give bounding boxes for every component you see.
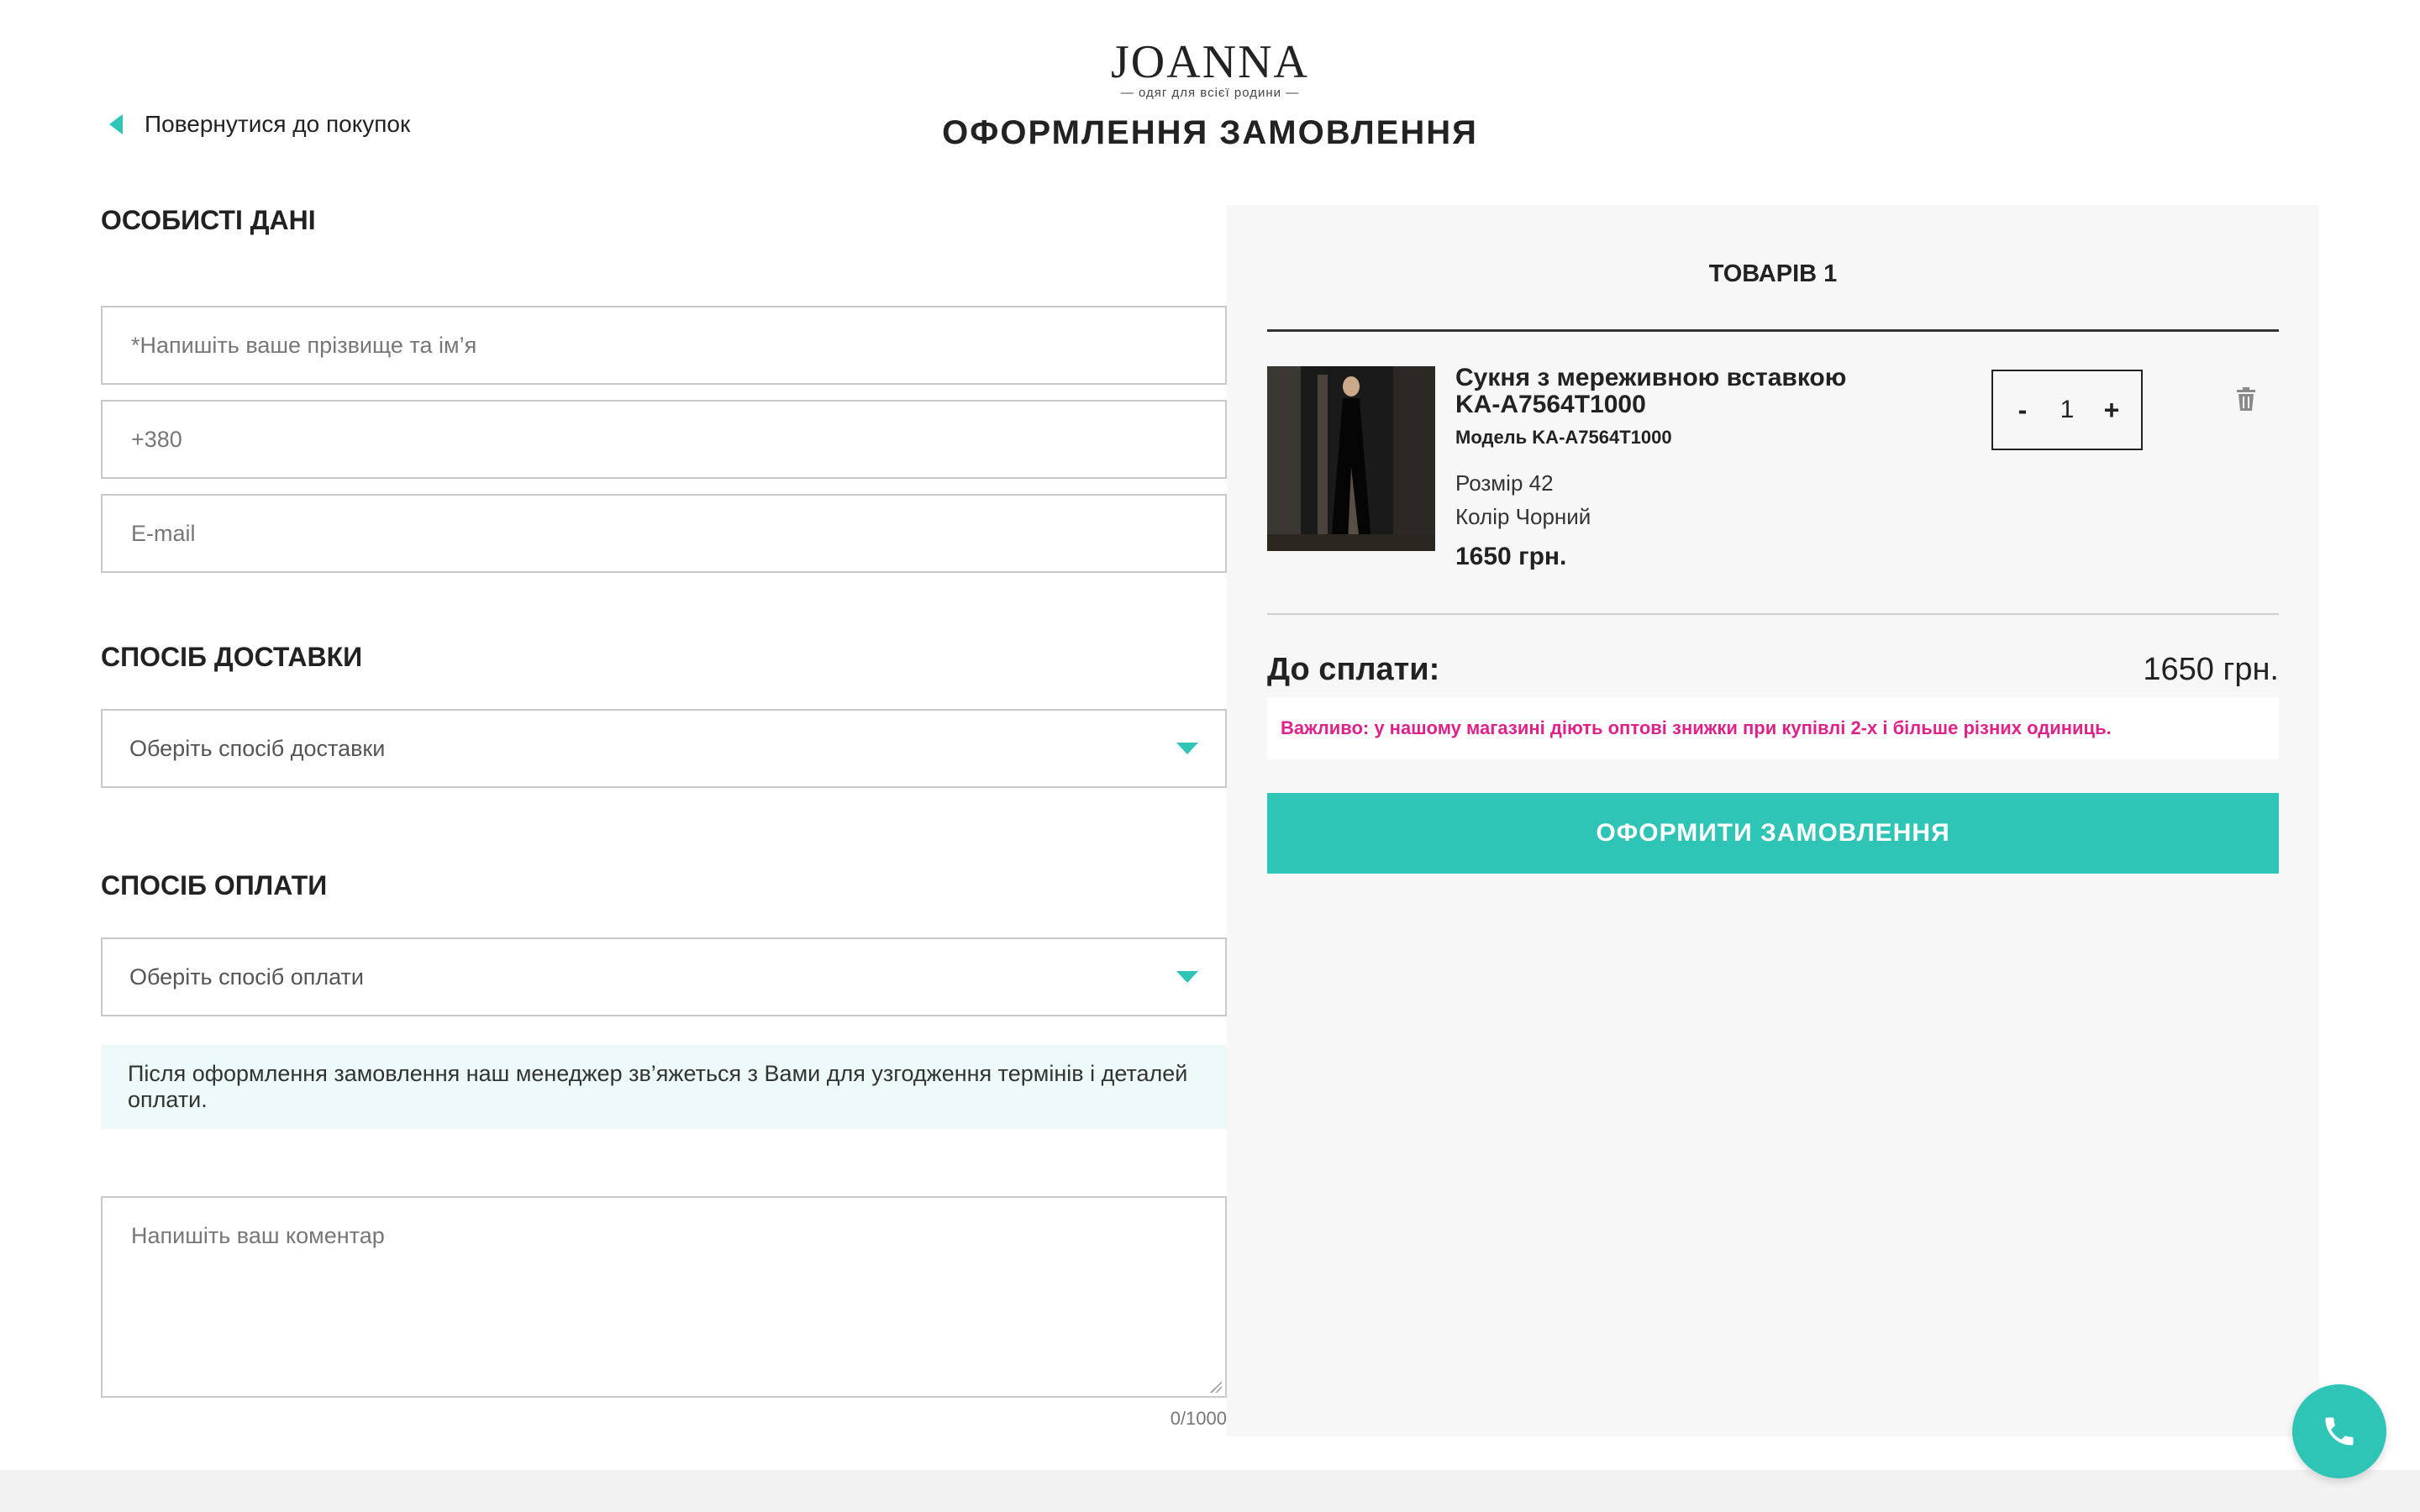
phone-call-button[interactable] bbox=[2292, 1384, 2386, 1478]
delivery-select-text: Оберіть спосіб доставки bbox=[129, 735, 386, 761]
payment-select-text: Оберіть спосіб оплати bbox=[129, 963, 364, 990]
chevron-down-icon bbox=[1176, 743, 1198, 754]
personal-data-heading: ОСОБИСТІ ДАНІ bbox=[101, 205, 316, 235]
name-field-wrapper bbox=[101, 306, 1227, 385]
product-model: Модель KA-A7564T1000 bbox=[1455, 427, 1672, 448]
name-input[interactable] bbox=[129, 331, 1198, 360]
resize-handle-icon[interactable] bbox=[1210, 1381, 1222, 1393]
back-link-label: Повернутися до покупок bbox=[145, 111, 411, 137]
delivery-heading: СПОСІБ ДОСТАВКИ bbox=[101, 642, 363, 672]
product-name[interactable]: Сукня з мереживною вставкою KA-A7564T100… bbox=[1455, 365, 1892, 418]
chevron-down-icon bbox=[1176, 971, 1198, 983]
wholesale-notice: Важливо: у нашому магазині діють оптові … bbox=[1267, 697, 2279, 759]
logo-subtitle: — одяг для всієї родини — bbox=[1120, 86, 1300, 100]
total-label: До сплати: bbox=[1267, 652, 1440, 687]
summary-divider bbox=[1267, 329, 2279, 332]
comment-field-wrapper bbox=[101, 1196, 1227, 1398]
payment-select[interactable]: Оберіть спосіб оплати bbox=[101, 937, 1227, 1016]
items-count: ТОВАРІВ 1 bbox=[1708, 260, 1838, 287]
increase-quantity-button[interactable]: + bbox=[2099, 395, 2124, 426]
comment-char-count: 0/1000 bbox=[1170, 1408, 1227, 1429]
decrease-quantity-button[interactable]: - bbox=[2010, 395, 2035, 426]
product-image[interactable] bbox=[1267, 366, 1435, 551]
delivery-select[interactable]: Оберіть спосіб доставки bbox=[101, 709, 1227, 788]
phone-field-wrapper bbox=[101, 400, 1227, 479]
phone-icon bbox=[2325, 1417, 2354, 1446]
email-input[interactable] bbox=[129, 519, 1198, 548]
logo[interactable]: JOANNA — одяг для всієї родини — bbox=[1092, 37, 1328, 100]
comment-textarea[interactable] bbox=[129, 1221, 1202, 1376]
trash-icon[interactable] bbox=[2235, 386, 2257, 412]
payment-heading: СПОСІБ ОПЛАТИ bbox=[101, 870, 328, 900]
product-size: Розмір 42 bbox=[1455, 470, 1554, 496]
phone-input[interactable] bbox=[129, 425, 1198, 454]
total-value: 1650 грн. bbox=[2143, 652, 2279, 687]
chevron-left-icon bbox=[109, 114, 123, 134]
quantity-stepper: - 1 + bbox=[1991, 370, 2143, 450]
place-order-button[interactable]: ОФОРМИТИ ЗАМОВЛЕННЯ bbox=[1267, 793, 2279, 874]
footer-strip bbox=[0, 1470, 2420, 1512]
product-price: 1650 грн. bbox=[1455, 543, 1567, 570]
payment-info-box: Після оформлення замовлення наш менеджер… bbox=[101, 1045, 1227, 1129]
page-title: ОФОРМЛЕННЯ ЗАМОВЛЕННЯ bbox=[942, 114, 1478, 151]
logo-text: JOANNA bbox=[1111, 36, 1309, 88]
quantity-value[interactable]: 1 bbox=[2060, 396, 2075, 424]
back-to-shopping-link[interactable]: Повернутися до покупок bbox=[109, 108, 410, 141]
email-field-wrapper bbox=[101, 494, 1227, 573]
product-color: Колір Чорний bbox=[1455, 504, 1591, 529]
summary-divider-light bbox=[1267, 613, 2279, 615]
